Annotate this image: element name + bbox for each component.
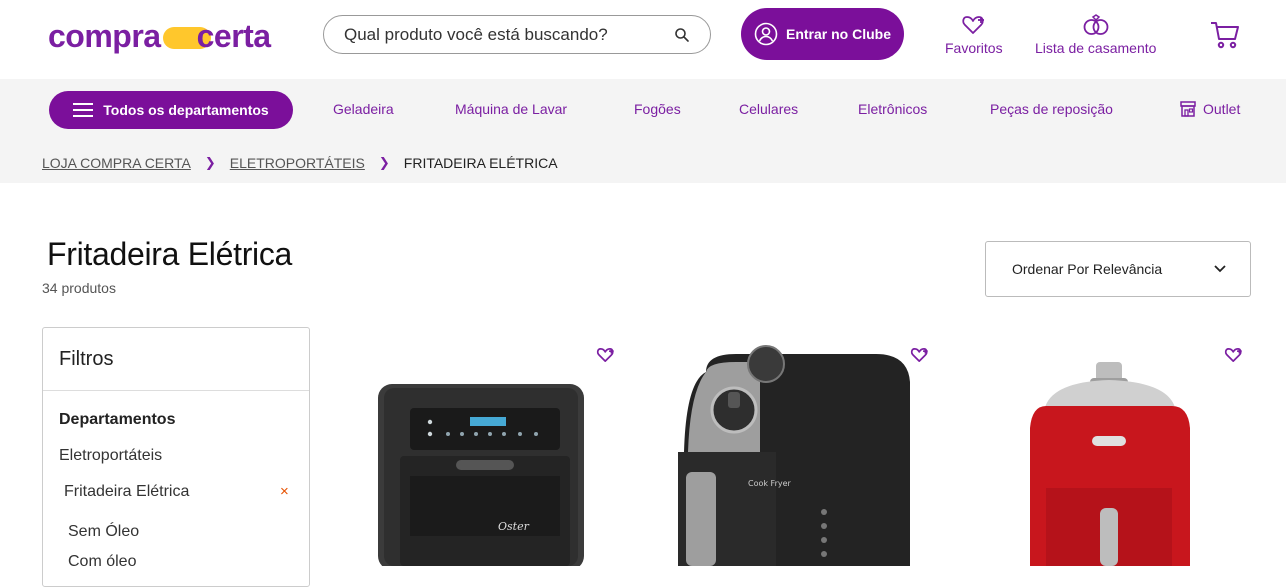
product-brand-text: Oster: [498, 520, 530, 533]
menu-icon: [73, 103, 94, 117]
wedding-list-link[interactable]: Lista de casamento: [1035, 14, 1156, 56]
site-header: compra certa Entrar no Clube Favoritos: [0, 0, 1286, 79]
nav-item-geladeira[interactable]: Geladeira: [333, 101, 394, 117]
breadcrumb-current: FRITADEIRA ELÉTRICA: [403, 155, 558, 171]
product-image-cook-fryer[interactable]: Cook Fryer: [676, 342, 916, 566]
store-icon: [1180, 101, 1196, 117]
filter-item-sem-oleo[interactable]: Sem Óleo: [68, 523, 139, 541]
rings-icon: [1083, 14, 1109, 35]
nav-item-pecas-de-reposicao[interactable]: Peças de reposição: [990, 101, 1113, 117]
filters-title: Filtros: [43, 328, 309, 391]
wedding-list-label: Lista de casamento: [1035, 40, 1157, 56]
product-count: 34 produtos: [42, 280, 116, 296]
user-icon: [754, 22, 778, 46]
chevron-right-icon: ❯: [204, 155, 216, 170]
favorite-heart-icon[interactable]: [1224, 346, 1244, 364]
site-logo[interactable]: compra certa: [48, 16, 271, 56]
breadcrumb-eletroportateis[interactable]: ELETROPORTÁTEIS: [230, 155, 365, 171]
product-image-red-fryer[interactable]: [1026, 358, 1192, 566]
page-title: Fritadeira Elétrica: [47, 236, 293, 272]
nav-item-fogoes[interactable]: Fogões: [634, 101, 681, 117]
logo-word-2: certa: [196, 17, 272, 54]
favorite-heart-icon[interactable]: [596, 346, 616, 364]
breadcrumb-home[interactable]: LOJA COMPRA CERTA: [42, 155, 191, 171]
sort-dropdown[interactable]: Ordenar Por Relevância: [985, 241, 1251, 297]
nav-item-eletronicos[interactable]: Eletrônicos: [858, 101, 927, 117]
club-login-label: Entrar no Clube: [785, 26, 891, 42]
search-input[interactable]: [344, 24, 674, 45]
search-icon[interactable]: [674, 27, 690, 43]
product-brand-text: Cook Fryer: [748, 479, 792, 488]
club-login-button[interactable]: Entrar no Clube: [741, 8, 904, 60]
nav-item-celulares[interactable]: Celulares: [739, 101, 798, 117]
chevron-down-icon: [1214, 265, 1226, 273]
search-bar[interactable]: [323, 15, 711, 54]
breadcrumb: LOJA COMPRA CERTA ❯ ELETROPORTÁTEIS ❯ FR…: [42, 155, 558, 171]
filter-item-com-oleo[interactable]: Com óleo: [68, 553, 136, 571]
favorites-label: Favoritos: [945, 40, 1003, 56]
all-departments-button[interactable]: Todos os departamentos: [49, 91, 293, 129]
filters-panel: Filtros Departamentos Eletroportáteis Fr…: [42, 327, 310, 587]
logo-word-1: compra: [48, 17, 161, 54]
sort-label: Ordenar Por Relevância: [1012, 261, 1163, 277]
chevron-right-icon: ❯: [378, 155, 390, 170]
nav-item-maquina-de-lavar[interactable]: Máquina de Lavar: [455, 101, 567, 117]
all-departments-label: Todos os departamentos: [103, 102, 269, 118]
filter-item-eletroportateis[interactable]: Eletroportáteis: [59, 447, 162, 465]
cart-icon[interactable]: [1209, 18, 1241, 50]
remove-filter-icon[interactable]: ×: [280, 483, 289, 500]
heart-plus-icon: [962, 16, 984, 34]
filter-section-departments: Departamentos: [59, 411, 176, 428]
category-navbar: Todos os departamentos Geladeira Máquina…: [0, 79, 1286, 183]
outlet-label: Outlet: [1203, 101, 1241, 117]
product-image-oster-fryer[interactable]: Oster: [370, 380, 592, 566]
nav-item-outlet[interactable]: Outlet: [1179, 100, 1240, 118]
favorites-link[interactable]: Favoritos: [945, 14, 1003, 56]
filter-item-fritadeira-eletrica[interactable]: Fritadeira Elétrica: [64, 483, 189, 501]
